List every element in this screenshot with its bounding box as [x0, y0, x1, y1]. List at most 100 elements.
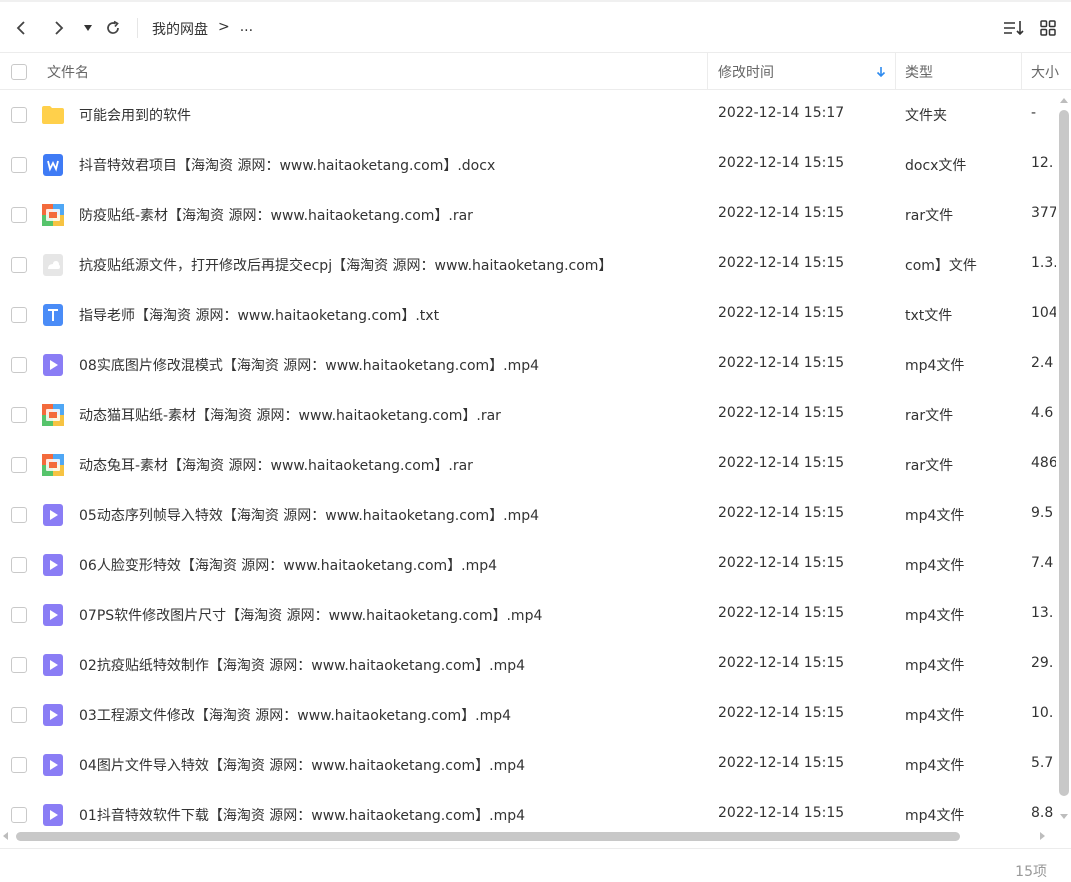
- refresh-button[interactable]: [102, 16, 124, 40]
- video-file-icon: [41, 703, 65, 727]
- file-type: rar文件: [905, 208, 954, 224]
- rar-archive-icon: [41, 203, 65, 227]
- column-divider[interactable]: [707, 53, 708, 90]
- text-file-icon: [41, 303, 65, 327]
- file-modified-time: 2022-12-14 15:15: [718, 455, 845, 471]
- scroll-left-icon[interactable]: [3, 832, 8, 840]
- scroll-down-icon[interactable]: [1060, 814, 1068, 819]
- row-checkbox[interactable]: [11, 357, 27, 373]
- column-divider[interactable]: [1021, 53, 1022, 90]
- vertical-scrollbar[interactable]: [1057, 92, 1071, 828]
- row-checkbox[interactable]: [11, 157, 27, 173]
- file-row[interactable]: 指导老师【海淘资 源网：www.haitaoketang.com】.txt 202…: [0, 290, 1056, 340]
- row-checkbox[interactable]: [11, 707, 27, 723]
- file-row[interactable]: 02抗疫贴纸特效制作【海淘资 源网：www.haitaoketang.com】.…: [0, 640, 1056, 690]
- file-row[interactable]: 04图片文件导入特效【海淘资 源网：www.haitaoketang.com】.…: [0, 740, 1056, 790]
- file-name[interactable]: 可能会用到的软件: [79, 105, 191, 125]
- file-name[interactable]: 04图片文件导入特效【海淘资 源网：www.haitaoketang.com】.…: [79, 755, 525, 775]
- file-name[interactable]: 01抖音特效软件下载【海淘资 源网：www.haitaoketang.com】.…: [79, 805, 525, 825]
- select-all-checkbox[interactable]: [11, 53, 27, 90]
- row-checkbox[interactable]: [11, 657, 27, 673]
- file-modified-time: 2022-12-14 15:15: [718, 755, 845, 771]
- row-checkbox[interactable]: [11, 757, 27, 773]
- folder-icon: [41, 103, 65, 127]
- file-name[interactable]: 08实底图片修改混模式【海淘资 源网：www.haitaoketang.com】…: [79, 355, 539, 375]
- file-name[interactable]: 05动态序列帧导入特效【海淘资 源网：www.haitaoketang.com】…: [79, 505, 539, 525]
- column-header: 文件名 修改时间 类型 大小: [0, 52, 1071, 90]
- file-name[interactable]: 02抗疫贴纸特效制作【海淘资 源网：www.haitaoketang.com】.…: [79, 655, 525, 675]
- row-checkbox[interactable]: [11, 457, 27, 473]
- breadcrumb: 我的网盘 > ...: [152, 19, 253, 39]
- file-name[interactable]: 07PS软件修改图片尺寸【海淘资 源网：www.haitaoketang.com…: [79, 605, 542, 625]
- file-size: 2.4: [1031, 355, 1054, 371]
- generic-file-icon: [41, 253, 65, 277]
- file-name[interactable]: 防疫贴纸-素材【海淘资 源网：www.haitaoketang.com】.rar: [79, 205, 473, 225]
- column-name[interactable]: 文件名: [47, 53, 89, 90]
- file-row[interactable]: 07PS软件修改图片尺寸【海淘资 源网：www.haitaoketang.com…: [0, 590, 1056, 640]
- breadcrumb-root[interactable]: 我的网盘: [152, 19, 208, 39]
- file-name[interactable]: 06人脸变形特效【海淘资 源网：www.haitaoketang.com】.mp…: [79, 555, 497, 575]
- row-checkbox[interactable]: [11, 607, 27, 623]
- file-size: 8.8: [1031, 805, 1054, 821]
- column-modified-time[interactable]: 修改时间: [718, 53, 774, 90]
- file-row[interactable]: 可能会用到的软件 2022-12-14 15:17 文件夹 -: [0, 90, 1056, 140]
- horizontal-scrollbar[interactable]: [0, 828, 1057, 844]
- breadcrumb-more[interactable]: ...: [240, 19, 253, 39]
- grid-view-button[interactable]: [1037, 16, 1059, 40]
- scroll-right-icon[interactable]: [1040, 832, 1045, 840]
- file-row[interactable]: 08实底图片修改混模式【海淘资 源网：www.haitaoketang.com】…: [0, 340, 1056, 390]
- file-name[interactable]: 动态猫耳贴纸-素材【海淘资 源网：www.haitaoketang.com】.r…: [79, 405, 501, 425]
- file-type: txt文件: [905, 308, 953, 324]
- vertical-scroll-thumb[interactable]: [1059, 110, 1069, 796]
- file-modified-time: 2022-12-14 15:15: [718, 505, 845, 521]
- row-checkbox[interactable]: [11, 107, 27, 123]
- file-name[interactable]: 抗疫贴纸源文件，打开修改后再提交ecpj【海淘资 源网：www.haitaoke…: [79, 255, 612, 275]
- caret-down-icon: [84, 25, 92, 31]
- file-size: 12.: [1031, 155, 1054, 171]
- file-type: mp4文件: [905, 758, 965, 774]
- file-row[interactable]: 05动态序列帧导入特效【海淘资 源网：www.haitaoketang.com】…: [0, 490, 1056, 540]
- file-size: -: [1031, 105, 1037, 121]
- file-list: 可能会用到的软件 2022-12-14 15:17 文件夹 - 抖音特效君项目【海淘资 …: [0, 90, 1056, 828]
- column-divider[interactable]: [895, 53, 896, 90]
- file-name[interactable]: 03工程源文件修改【海淘资 源网：www.haitaoketang.com】.m…: [79, 705, 511, 725]
- sort-descending-icon[interactable]: [876, 53, 886, 90]
- row-checkbox[interactable]: [11, 557, 27, 573]
- file-row[interactable]: 抖音特效君项目【海淘资 源网：www.haitaoketang.com】.doc…: [0, 140, 1056, 190]
- file-type: mp4文件: [905, 558, 965, 574]
- file-row[interactable]: 动态兔耳-素材【海淘资 源网：www.haitaoketang.com】.rar…: [0, 440, 1056, 490]
- history-dropdown-button[interactable]: [80, 16, 96, 40]
- column-size[interactable]: 大小: [1031, 53, 1071, 90]
- row-checkbox[interactable]: [11, 407, 27, 423]
- item-count: 15项: [1015, 864, 1047, 880]
- file-row[interactable]: 01抖音特效软件下载【海淘资 源网：www.haitaoketang.com】.…: [0, 790, 1056, 828]
- row-checkbox[interactable]: [11, 507, 27, 523]
- file-name[interactable]: 抖音特效君项目【海淘资 源网：www.haitaoketang.com】.doc…: [79, 155, 495, 175]
- sort-list-icon: [1004, 21, 1024, 36]
- file-row[interactable]: 动态猫耳贴纸-素材【海淘资 源网：www.haitaoketang.com】.r…: [0, 390, 1056, 440]
- sort-list-button[interactable]: [1002, 16, 1026, 40]
- scroll-up-icon[interactable]: [1060, 98, 1068, 103]
- file-type: mp4文件: [905, 358, 965, 374]
- video-file-icon: [41, 653, 65, 677]
- file-name[interactable]: 动态兔耳-素材【海淘资 源网：www.haitaoketang.com】.rar: [79, 455, 473, 475]
- file-modified-time: 2022-12-14 15:15: [718, 355, 845, 371]
- file-type: 文件夹: [905, 108, 947, 124]
- file-row[interactable]: 03工程源文件修改【海淘资 源网：www.haitaoketang.com】.m…: [0, 690, 1056, 740]
- column-type[interactable]: 类型: [905, 53, 933, 90]
- file-name[interactable]: 指导老师【海淘资 源网：www.haitaoketang.com】.txt: [79, 305, 439, 325]
- file-size: 377: [1031, 205, 1056, 221]
- row-checkbox[interactable]: [11, 307, 27, 323]
- forward-button[interactable]: [48, 16, 70, 40]
- file-type: mp4文件: [905, 508, 965, 524]
- row-checkbox[interactable]: [11, 807, 27, 823]
- file-size: 7.4: [1031, 555, 1054, 571]
- file-row[interactable]: 06人脸变形特效【海淘资 源网：www.haitaoketang.com】.mp…: [0, 540, 1056, 590]
- row-checkbox[interactable]: [11, 257, 27, 273]
- rar-archive-icon: [41, 453, 65, 477]
- file-row[interactable]: 防疫贴纸-素材【海淘资 源网：www.haitaoketang.com】.rar…: [0, 190, 1056, 240]
- back-button[interactable]: [10, 16, 32, 40]
- file-row[interactable]: 抗疫贴纸源文件，打开修改后再提交ecpj【海淘资 源网：www.haitaoke…: [0, 240, 1056, 290]
- row-checkbox[interactable]: [11, 207, 27, 223]
- horizontal-scroll-thumb[interactable]: [16, 832, 960, 841]
